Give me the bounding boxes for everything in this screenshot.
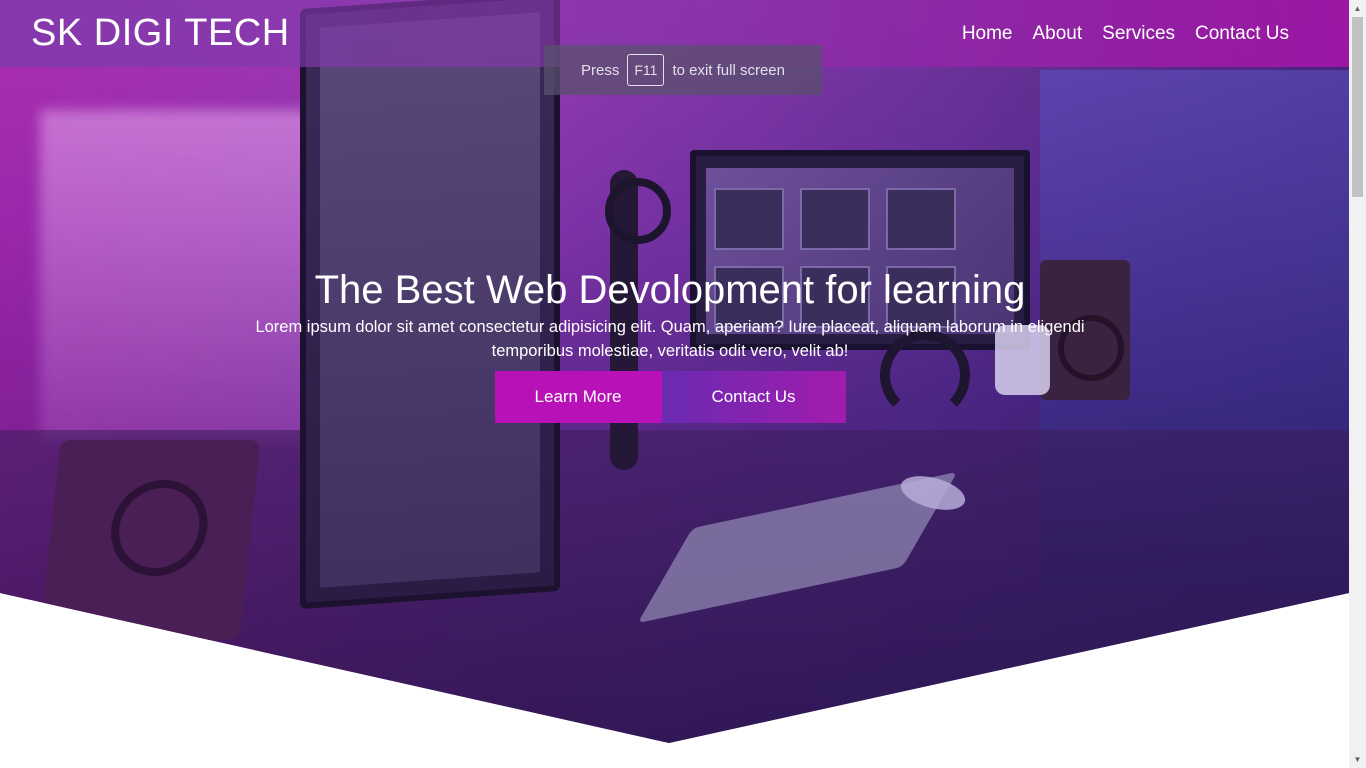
fullscreen-hint-prefix: Press — [581, 61, 620, 79]
background-keyboard — [637, 471, 958, 624]
background-desk — [0, 430, 1349, 743]
vertical-scrollbar[interactable]: ▲ ▼ — [1349, 0, 1366, 768]
fullscreen-hint-suffix: to exit full screen — [672, 61, 785, 79]
nav-link-home[interactable]: Home — [962, 23, 1013, 44]
nav-link-services[interactable]: Services — [1102, 23, 1175, 44]
learn-more-button[interactable]: Learn More — [494, 371, 662, 423]
triangle-up-icon[interactable]: ▲ — [1349, 0, 1366, 17]
hero-text: Lorem ipsum dolor sit amet consectetur a… — [255, 318, 1085, 360]
nav-link-contact-us[interactable]: Contact Us — [1195, 23, 1289, 44]
hero-content: The Best Web Devolopment for learning Lo… — [0, 265, 1340, 423]
hero-title: The Best Web Devolopment for learning — [314, 268, 1026, 312]
background-speaker-left — [39, 440, 261, 640]
hero-buttons: Learn More Contact Us — [0, 371, 1340, 423]
fullscreen-exit-hint: Press F11 to exit full screen — [544, 45, 822, 95]
page: The Best Web Devolopment for learning Lo… — [0, 0, 1349, 768]
hero-section: The Best Web Devolopment for learning Lo… — [0, 0, 1349, 743]
scrollbar-thumb[interactable] — [1352, 17, 1363, 197]
background-monitor-ring — [605, 178, 671, 244]
nav-link-about[interactable]: About — [1033, 23, 1083, 44]
brand-logo[interactable]: SK DIGI TECH — [31, 12, 290, 55]
fullscreen-hint-key: F11 — [627, 54, 665, 86]
nav-links: Home About Services Contact Us — [962, 23, 1289, 45]
background-mouse — [897, 469, 969, 517]
triangle-down-icon[interactable]: ▼ — [1349, 751, 1366, 768]
contact-us-button[interactable]: Contact Us — [661, 371, 846, 423]
